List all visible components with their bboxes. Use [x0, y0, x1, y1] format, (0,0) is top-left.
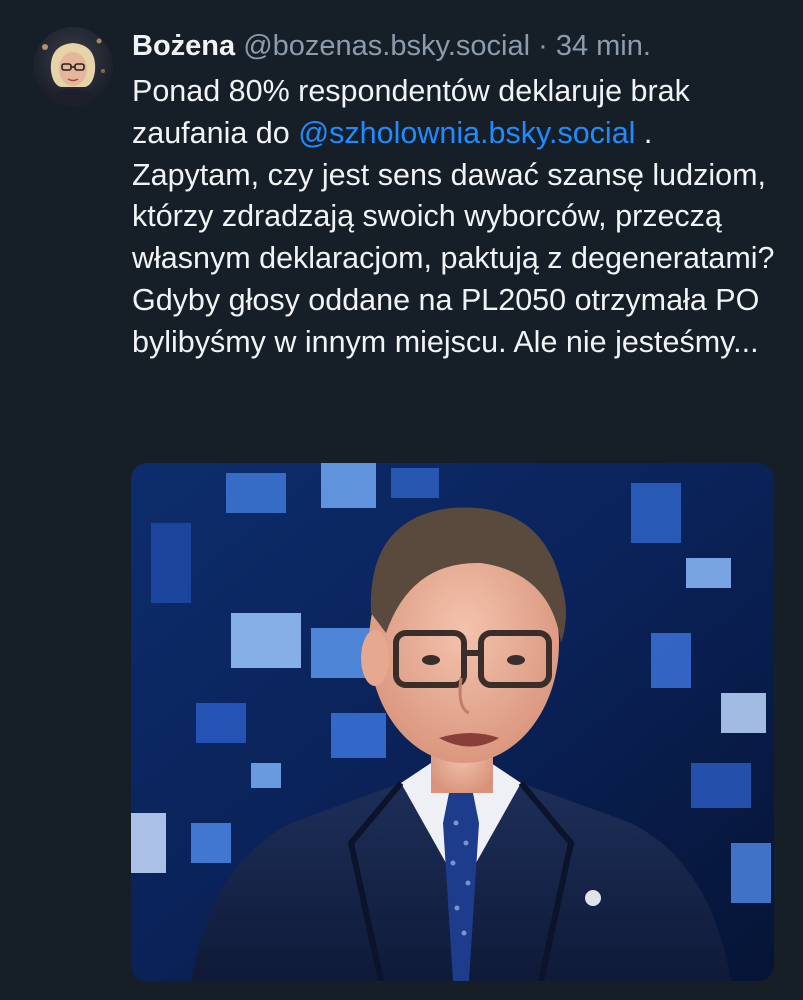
author-name[interactable]: Bożena — [132, 30, 235, 62]
post-text-body: . Zapytam, czy jest sens dawać szansę lu… — [132, 115, 775, 359]
avatar[interactable] — [33, 27, 113, 107]
avatar-photo-icon — [33, 27, 113, 107]
post-text: Ponad 80% respondentów deklaruje brak za… — [132, 71, 782, 364]
post-image[interactable] — [131, 463, 774, 981]
tv-studio-photo-icon — [131, 463, 774, 981]
post-timestamp[interactable]: 34 min. — [556, 30, 651, 62]
author-handle[interactable]: @bozenas.bsky.social — [243, 30, 530, 62]
post-header: Bożena @bozenas.bsky.social · 34 min. — [132, 26, 651, 66]
mention-link[interactable]: @szholownia.bsky.social — [298, 116, 635, 150]
post[interactable]: Bożena @bozenas.bsky.social · 34 min. Po… — [0, 0, 803, 1000]
header-separator: · — [538, 30, 548, 62]
